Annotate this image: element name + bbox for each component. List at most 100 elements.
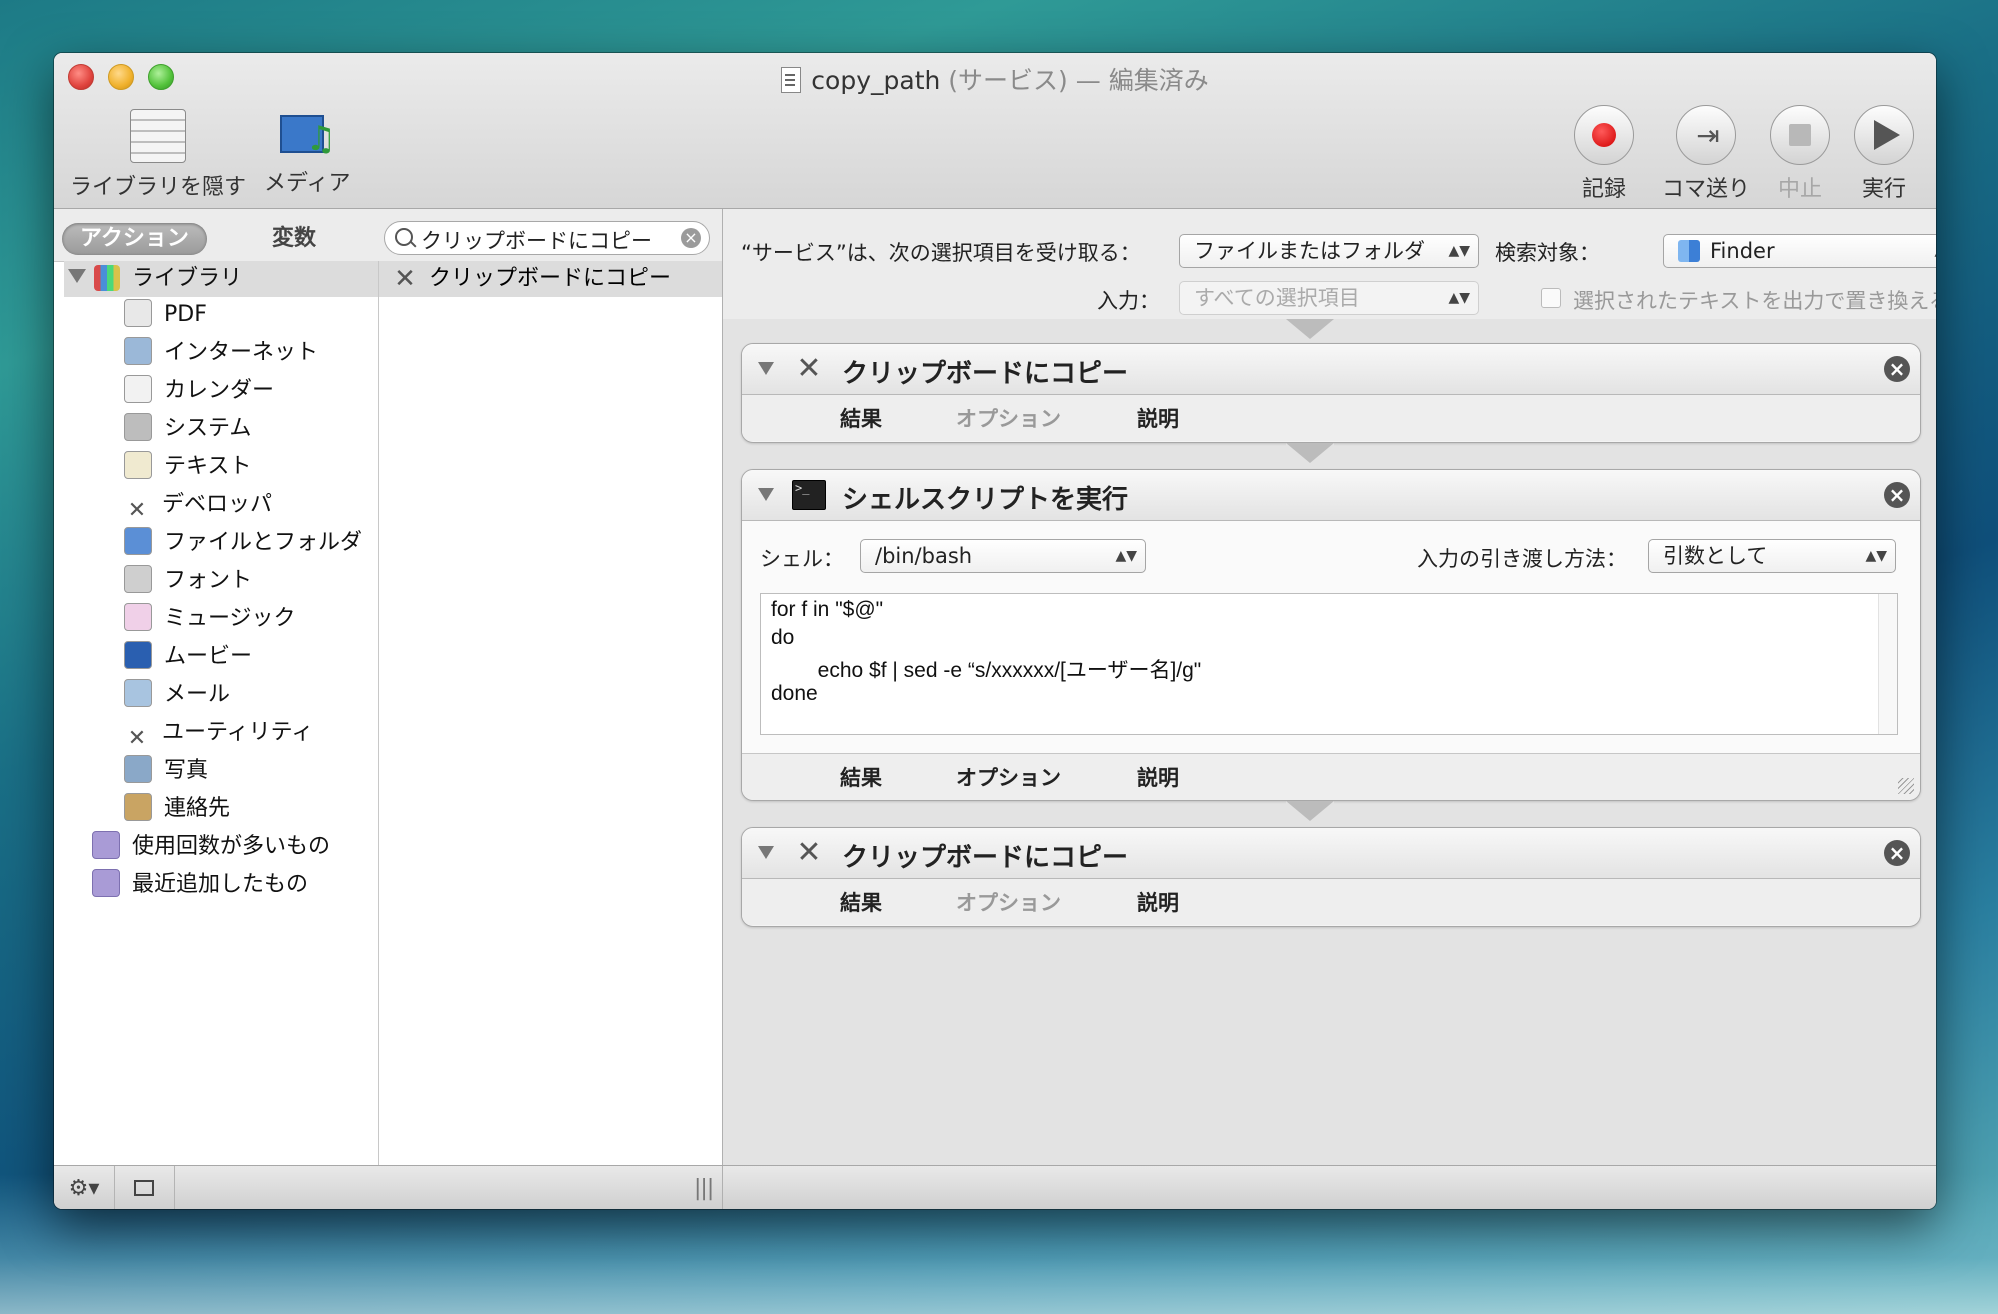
stop-icon — [1789, 124, 1811, 146]
music-icon — [124, 603, 152, 631]
tab-description[interactable]: 説明 — [1137, 762, 1179, 792]
remove-action-icon[interactable]: × — [1884, 356, 1910, 382]
tab-description[interactable]: 説明 — [1137, 403, 1179, 433]
library-root-item[interactable]: ライブラリ — [64, 261, 378, 297]
flow-connector — [1286, 443, 1334, 467]
library-category-item[interactable]: PDF — [124, 297, 207, 333]
action-search-field[interactable]: クリップボードにコピー × — [384, 221, 710, 255]
library-header: アクション 変数 クリップボードにコピー × — [54, 209, 722, 262]
contacts-icon — [124, 793, 152, 821]
smart-folder-label: 使用回数が多いもの — [132, 834, 331, 859]
collapse-triangle-icon[interactable] — [758, 488, 774, 501]
library-category-item[interactable]: ミュージック — [124, 601, 296, 637]
collapse-triangle-icon[interactable] — [758, 362, 774, 375]
library-category-item[interactable]: ファイルとフォルダ — [124, 525, 362, 561]
gear-menu-button[interactable]: ⚙▾ — [54, 1166, 115, 1209]
font-icon — [124, 565, 152, 593]
library-category-item[interactable]: ✕ ユーティリティ — [124, 715, 313, 752]
tab-actions[interactable]: アクション — [62, 223, 207, 255]
library-category-item[interactable]: テキスト — [124, 449, 251, 485]
list-item[interactable]: ✕ クリップボードにコピー — [379, 261, 722, 297]
library-category-label: ムービー — [164, 644, 253, 669]
pass-input-popup[interactable]: 引数として ▲▼ — [1648, 539, 1896, 573]
step-icon: ⇥ — [1696, 118, 1720, 152]
tab-description[interactable]: 説明 — [1137, 887, 1179, 917]
script-line: done — [771, 682, 818, 705]
step-label: コマ送り — [1662, 177, 1751, 202]
tab-results[interactable]: 結果 — [840, 762, 882, 792]
record-button[interactable]: 記録 — [1574, 105, 1634, 203]
remove-action-icon[interactable]: × — [1884, 840, 1910, 866]
search-target-popup[interactable]: Finder ▲▼ — [1663, 234, 1936, 268]
action-card-body: シェル： /bin/bash ▲▼ 入力の引き渡し方法： 引数として ▲▼ for … — [742, 521, 1920, 754]
tab-options[interactable]: オプション — [956, 403, 1061, 433]
script-line: echo $f | sed -e “s/xxxxxx/[ユーザー名]/g" — [771, 659, 1202, 682]
library-category-item[interactable]: フォント — [124, 563, 252, 599]
column-resize-grip-icon[interactable]: ||| — [694, 1176, 714, 1201]
smart-folder-icon — [92, 831, 120, 859]
column-divider — [378, 261, 379, 1165]
shell-popup[interactable]: /bin/bash ▲▼ — [860, 539, 1146, 573]
tools-icon: ✕ — [796, 351, 822, 386]
action-card-tabs: 結果 オプション 説明 — [742, 879, 1920, 925]
search-input-value[interactable]: クリップボードにコピー — [421, 225, 659, 255]
disclosure-triangle-icon[interactable] — [68, 269, 86, 283]
record-icon — [1592, 123, 1616, 147]
smart-folder-item[interactable]: 最近追加したもの — [92, 867, 308, 903]
library-category-item[interactable]: インターネット — [124, 335, 318, 371]
run-button[interactable]: 実行 — [1854, 105, 1914, 203]
library-category-label: フォント — [164, 568, 253, 593]
resize-handle-icon[interactable] — [1898, 778, 1914, 794]
library-category-label: メール — [164, 682, 231, 707]
library-category-label: ミュージック — [164, 606, 296, 631]
stop-button[interactable]: 中止 — [1770, 105, 1830, 203]
record-label: 記録 — [1581, 177, 1626, 202]
media-label: メディア — [264, 171, 351, 196]
description-panel-icon — [134, 1180, 154, 1196]
library-category-item[interactable]: メール — [124, 677, 230, 713]
hide-library-button[interactable]: ライブラリを隠す — [70, 109, 246, 201]
mail-icon — [124, 679, 152, 707]
input-value: すべての選択項目 — [1194, 286, 1360, 310]
run-label: 実行 — [1861, 177, 1906, 202]
media-button[interactable]: ♫ メディア — [264, 109, 350, 197]
flow-connector — [1286, 319, 1334, 343]
tab-options[interactable]: オプション — [956, 762, 1061, 792]
action-card-copy-clipboard-2: ✕ クリップボードにコピー × 結果 オプション 説明 — [741, 827, 1921, 927]
library-category-item[interactable]: 写真 — [124, 753, 208, 789]
toggle-description-button[interactable] — [114, 1166, 175, 1209]
smart-folder-item[interactable]: 使用回数が多いもの — [92, 829, 330, 865]
utility-icon: ✕ — [124, 726, 150, 752]
action-card-copy-clipboard-1: ✕ クリップボードにコピー × 結果 オプション 説明 — [741, 343, 1921, 443]
action-card-header: ✕ クリップボードにコピー × — [742, 344, 1920, 395]
receives-popup[interactable]: ファイルまたはフォルダ ▲▼ — [1179, 234, 1479, 268]
library-category-item[interactable]: ✕ デベロッパ — [124, 487, 273, 524]
library-category-item[interactable]: ムービー — [124, 639, 252, 675]
pass-input-label: 入力の引き渡し方法： — [1417, 547, 1627, 571]
library-category-label: 写真 — [164, 758, 209, 783]
script-line: for f in "$@" — [771, 598, 884, 621]
tab-variables[interactable]: 変数 — [254, 223, 334, 255]
clear-search-icon[interactable]: × — [681, 228, 701, 248]
library-category-label: デベロッパ — [162, 492, 273, 517]
tab-results[interactable]: 結果 — [840, 887, 882, 917]
library-category-item[interactable]: 連絡先 — [124, 791, 230, 827]
action-title: シェルスクリプトを実行 — [842, 485, 1129, 515]
window-title: copy_path (サービス) — 編集済み — [54, 61, 1936, 97]
window-title-name: copy_path — [811, 66, 941, 95]
script-editor[interactable]: for f in "$@" do echo $f | sed -e “s/xxx… — [760, 593, 1898, 735]
script-scrollbar[interactable] — [1878, 594, 1897, 734]
tab-results[interactable]: 結果 — [840, 403, 882, 433]
action-results-list: ✕ クリップボードにコピー — [379, 261, 722, 297]
photo-icon — [124, 755, 152, 783]
tab-options[interactable]: オプション — [956, 887, 1061, 917]
action-card-tabs: 結果 オプション 説明 — [742, 395, 1920, 441]
library-category-label: インターネット — [164, 340, 319, 365]
replace-text-checkbox[interactable] — [1541, 288, 1561, 308]
step-button[interactable]: ⇥ コマ送り — [1662, 105, 1750, 203]
library-category-item[interactable]: カレンダー — [124, 373, 274, 409]
library-category-item[interactable]: システム — [124, 411, 251, 447]
collapse-triangle-icon[interactable] — [758, 846, 774, 859]
remove-action-icon[interactable]: × — [1884, 482, 1910, 508]
input-popup[interactable]: すべての選択項目 ▲▼ — [1179, 281, 1479, 315]
